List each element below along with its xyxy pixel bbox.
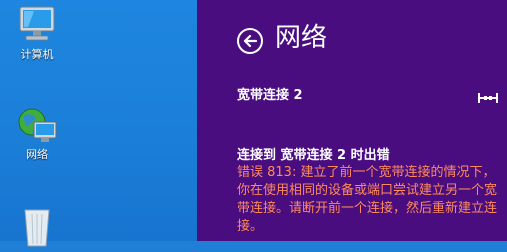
desktop-icon-label: 计算机 — [20, 48, 54, 61]
recycle-bin-icon — [14, 206, 60, 248]
error-message: 错误 813: 建立了前一个宽带连接的情况下，你在使用相同的设备或端口尝试建立另… — [237, 165, 498, 234]
desktop-icon-computer[interactable]: 计算机 — [6, 4, 68, 61]
connection-name: 宽带连接 2 — [237, 88, 303, 103]
back-button[interactable] — [237, 28, 263, 54]
desktop-icon-label: 网络 — [26, 148, 48, 161]
back-arrow-icon — [243, 34, 258, 48]
desktop-icon-network[interactable]: 网络 — [6, 104, 68, 161]
desktop-icon-recycle-bin[interactable] — [6, 206, 68, 250]
error-title: 连接到 宽带连接 2 时出错 — [237, 148, 390, 163]
desktop: 计算机 网络 — [0, 0, 197, 247]
computer-icon — [14, 4, 60, 46]
network-charm-pane: 网络 宽带连接 2 连接到 宽带连接 2 时出错 错误 813: 建立了前一个宽… — [197, 0, 507, 241]
page-title: 网络 — [275, 23, 328, 53]
network-icon — [14, 104, 60, 146]
connection-item-broadband-2[interactable]: 宽带连接 2 — [237, 86, 499, 108]
broadband-connection-icon — [477, 89, 499, 108]
